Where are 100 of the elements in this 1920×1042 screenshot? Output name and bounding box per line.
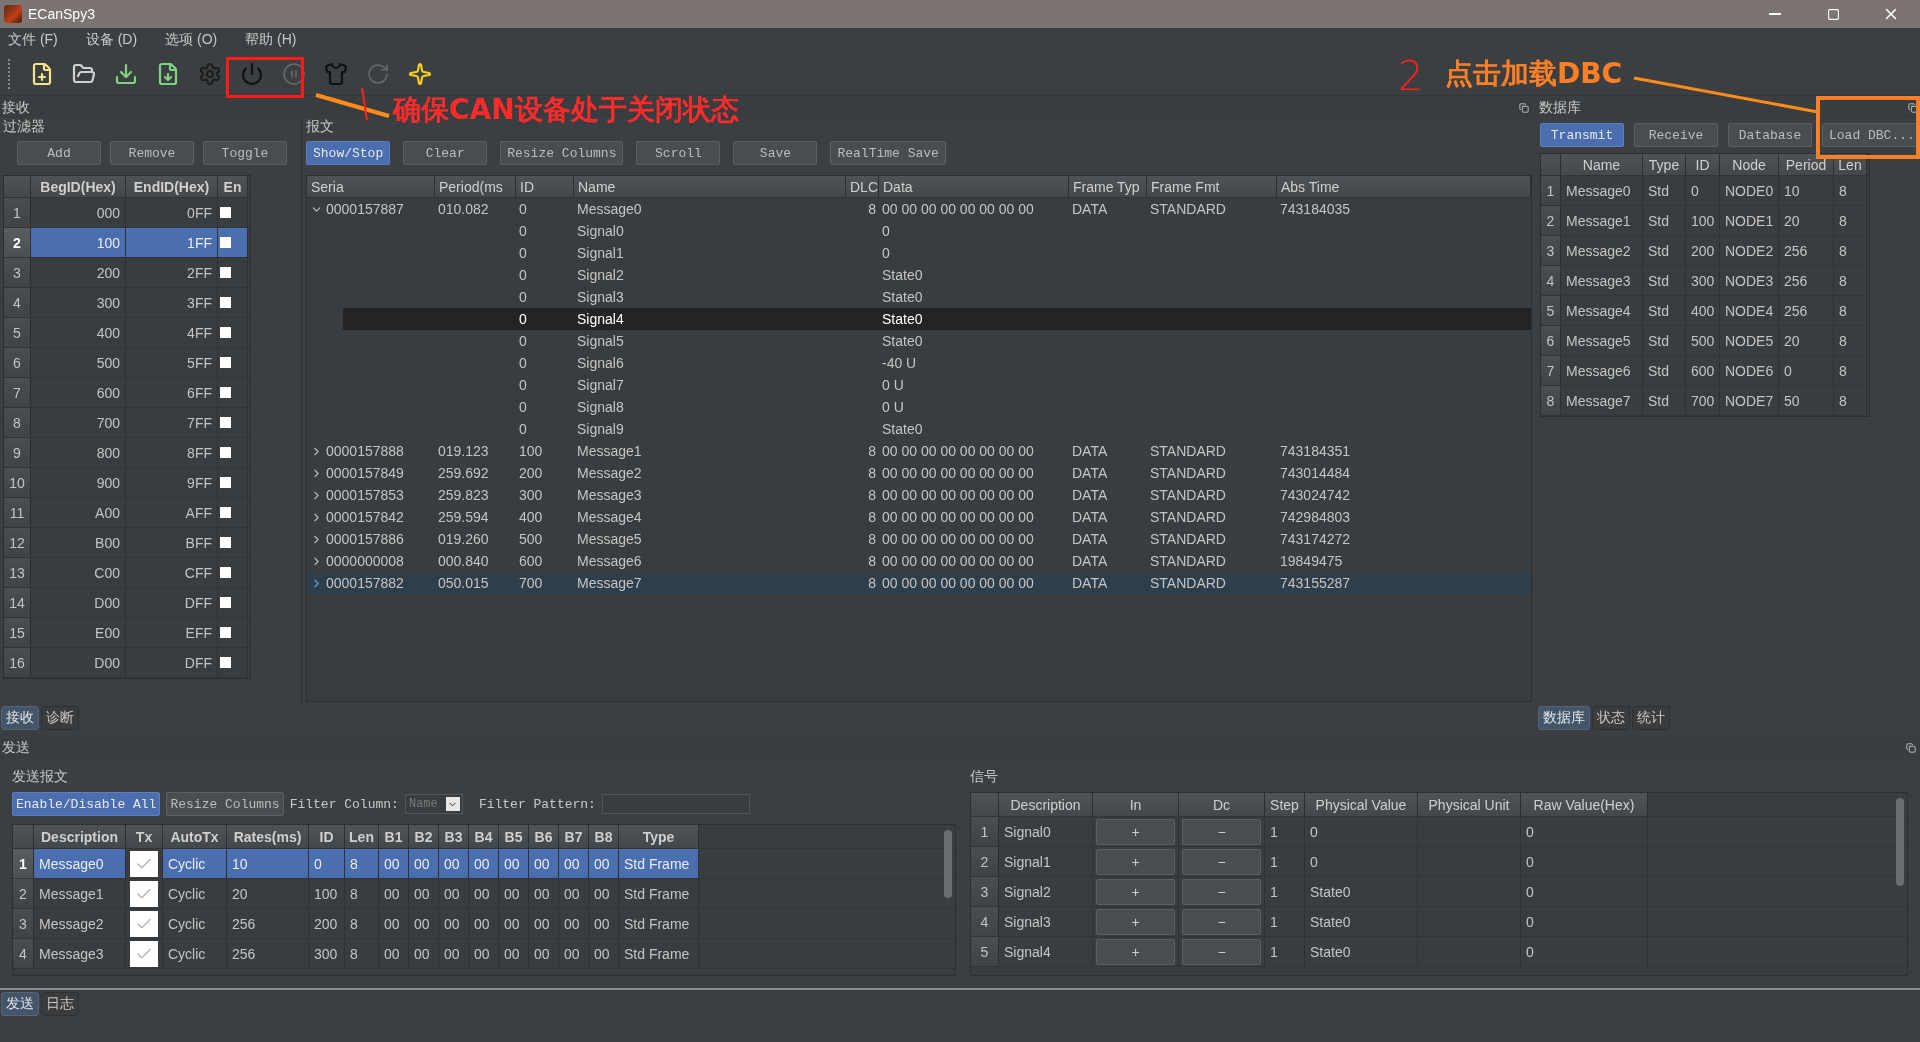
table-cell: EFF: [126, 618, 218, 647]
checkbox[interactable]: [220, 357, 231, 368]
panel-title: 信号: [970, 768, 999, 786]
table-cell: STANDARD: [1150, 509, 1226, 525]
table-cell: 00: [469, 849, 499, 878]
table-corner[interactable]: [1541, 154, 1561, 175]
table-cell: 8: [1834, 386, 1867, 415]
checkbox[interactable]: [130, 880, 158, 907]
table-cell: NODE0: [1720, 176, 1779, 205]
filter-button[interactable]: Add: [17, 141, 101, 165]
menu-item[interactable]: 帮助 (H): [241, 31, 309, 49]
decrement-button[interactable]: −: [1182, 878, 1261, 905]
toolbar-button[interactable]: Resize Columns: [500, 141, 624, 165]
checkbox[interactable]: [130, 910, 158, 937]
checkbox[interactable]: [220, 327, 231, 338]
toolbar-button[interactable]: Show/Stop: [306, 141, 391, 165]
new-file-icon[interactable]: [30, 61, 54, 86]
folder-icon[interactable]: [72, 61, 96, 86]
scrollbar[interactable]: [944, 830, 952, 898]
filter-pattern-field[interactable]: [601, 794, 750, 814]
decrement-button[interactable]: −: [1182, 908, 1261, 935]
row-number: 1: [4, 198, 31, 227]
dock-tab[interactable]: 发送: [1, 992, 39, 1016]
table-cell: 00: [589, 909, 619, 938]
checkbox[interactable]: [220, 447, 231, 458]
decrement-button[interactable]: −: [1182, 938, 1261, 965]
checkbox[interactable]: [220, 417, 231, 428]
table-cell: NODE3: [1720, 266, 1779, 295]
scrollbar[interactable]: [1896, 798, 1904, 886]
table-cell: 0: [882, 223, 890, 239]
decrement-button[interactable]: −: [1182, 818, 1261, 845]
checkbox[interactable]: [220, 477, 231, 488]
dock-tab[interactable]: 日志: [41, 992, 79, 1016]
checkbox[interactable]: [220, 657, 231, 668]
table-cell: Message1: [34, 879, 126, 908]
table-cell: Signal7: [577, 377, 624, 393]
table-cell: 00: [499, 939, 529, 968]
table-cell: 500: [1686, 326, 1720, 355]
table-cell: Signal9: [577, 421, 624, 437]
sparkle-icon[interactable]: [408, 61, 432, 86]
checkbox[interactable]: [220, 567, 231, 578]
checkbox[interactable]: [220, 267, 231, 278]
dock-tab[interactable]: 状态: [1592, 706, 1630, 730]
menu-item[interactable]: 设备 (D): [81, 31, 150, 49]
float-icon[interactable]: [1906, 743, 1916, 753]
download-icon[interactable]: [114, 61, 138, 86]
checkbox[interactable]: [220, 297, 231, 308]
table-corner[interactable]: [4, 176, 31, 197]
table-cell: Message1: [1561, 206, 1643, 235]
filter-button[interactable]: Toggle: [203, 141, 287, 165]
filter-button[interactable]: Remove: [110, 141, 194, 165]
checkbox[interactable]: [130, 850, 158, 877]
column-header: Abs Time: [1277, 176, 1531, 197]
table-cell: 500: [519, 531, 543, 547]
table-corner[interactable]: [971, 793, 999, 816]
increment-button[interactable]: +: [1096, 848, 1175, 875]
download-icon[interactable]: [156, 61, 180, 86]
toolbar-button[interactable]: RealTime Save: [830, 141, 946, 165]
table-corner[interactable]: [13, 825, 34, 848]
checkbox[interactable]: [130, 940, 158, 967]
checkbox[interactable]: [220, 597, 231, 608]
checkbox[interactable]: [220, 237, 231, 248]
increment-button[interactable]: +: [1096, 878, 1175, 905]
float-icon[interactable]: [1519, 103, 1529, 113]
table-cell: Cyclic: [163, 939, 227, 968]
checkbox[interactable]: [220, 537, 231, 548]
toolbar-button[interactable]: Resize Columns: [166, 792, 284, 816]
toolbar-button[interactable]: Transmit: [1540, 123, 1624, 147]
checkbox[interactable]: [220, 207, 231, 218]
table-cell: 8: [868, 443, 876, 459]
toolbar-button[interactable]: Save: [733, 141, 818, 165]
table-cell: DATA: [1072, 201, 1108, 217]
toolbar-button[interactable]: Database: [1728, 123, 1812, 147]
column-header: Type: [1643, 154, 1686, 175]
power-icon[interactable]: [240, 61, 264, 86]
increment-button[interactable]: +: [1096, 908, 1175, 935]
decrement-button[interactable]: −: [1182, 848, 1261, 875]
toolbar-button[interactable]: Scroll: [636, 141, 721, 165]
dock-tab[interactable]: 接收: [1, 706, 39, 730]
shirt-icon[interactable]: [324, 61, 348, 86]
toolbar-button[interactable]: Enable/Disable All: [12, 792, 161, 816]
gear-icon[interactable]: [198, 61, 222, 86]
checkbox[interactable]: [220, 627, 231, 638]
column-header: EndID(Hex): [126, 176, 218, 197]
float-icon[interactable]: [1907, 103, 1918, 113]
checkbox[interactable]: [220, 387, 231, 398]
toolbar-button[interactable]: Clear: [403, 141, 488, 165]
menu-item[interactable]: 文件 (F): [4, 31, 70, 49]
table-cell: 8: [1834, 356, 1867, 385]
toolbar-button[interactable]: Receive: [1634, 123, 1718, 147]
table-cell: DFF: [126, 588, 218, 617]
increment-button[interactable]: +: [1096, 818, 1175, 845]
checkbox[interactable]: [220, 507, 231, 518]
table-cell: Std Frame: [619, 879, 699, 908]
table-cell: 00: [559, 939, 589, 968]
dock-tab[interactable]: 统计: [1632, 706, 1670, 730]
dock-tab[interactable]: 诊断: [41, 706, 79, 730]
menu-item[interactable]: 选项 (O): [161, 31, 230, 49]
dock-tab[interactable]: 数据库: [1538, 706, 1590, 730]
increment-button[interactable]: +: [1096, 938, 1175, 965]
